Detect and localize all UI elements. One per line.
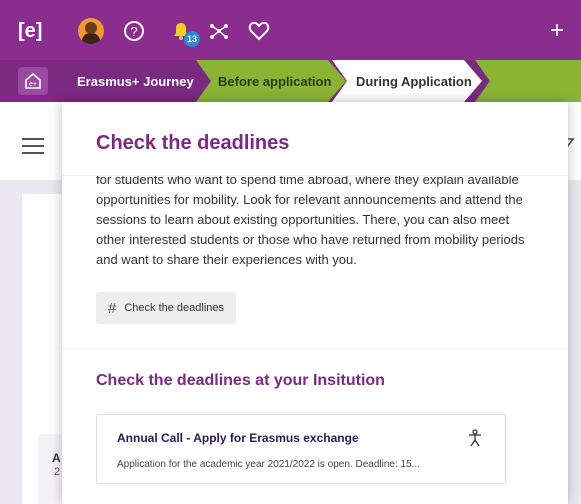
e-plus-logo-icon[interactable]: [e] [18, 18, 42, 44]
call-description: Application for the academic year 2021/2… [117, 459, 420, 470]
call-title[interactable]: Annual Call - Apply for Erasmus exchange [117, 431, 359, 445]
call-card[interactable]: Annual Call - Apply for Erasmus exchange… [96, 414, 506, 484]
plus-icon[interactable]: + [550, 17, 564, 44]
question-circle-icon[interactable]: ? [123, 18, 145, 44]
deadline-tag[interactable]: # Check the deadlines [96, 292, 237, 324]
notification-badge: 13 [184, 31, 200, 47]
svg-text:?: ? [130, 24, 137, 39]
card-number: 2 [54, 466, 61, 478]
step-during-application[interactable]: During Application [332, 60, 482, 102]
modal-body-text: for students who want to spend time abro… [96, 172, 525, 267]
network-icon[interactable] [208, 18, 230, 44]
avatar[interactable] [78, 18, 104, 44]
bell-icon[interactable]: 13 [170, 18, 200, 47]
e-plus-home-icon[interactable]: e+ [18, 67, 48, 95]
modal-title: Check the deadlines [96, 132, 290, 154]
step-label: During Application [356, 74, 472, 89]
modal-header: Check the deadlines [62, 102, 568, 176]
deadlines-modal: Check the deadlines for students who wan… [62, 102, 568, 504]
divider [62, 348, 568, 349]
heart-icon[interactable] [248, 18, 270, 44]
hamburger-menu-icon[interactable] [22, 138, 44, 154]
tag-label: Check the deadlines [124, 302, 225, 314]
step-before-application[interactable]: Before application [196, 60, 346, 102]
person-icon [467, 429, 483, 452]
section-title: Check the deadlines at your Insitution [96, 372, 385, 389]
app-top-bar: [e] ? 13 + [0, 0, 581, 60]
step-label: Before application [218, 74, 332, 89]
svg-text:e+: e+ [29, 81, 37, 88]
hash-icon: # [108, 299, 117, 317]
card-letter: A [52, 451, 61, 465]
step-next[interactable] [475, 60, 581, 102]
journey-title: Erasmus+ Journey [77, 74, 194, 89]
